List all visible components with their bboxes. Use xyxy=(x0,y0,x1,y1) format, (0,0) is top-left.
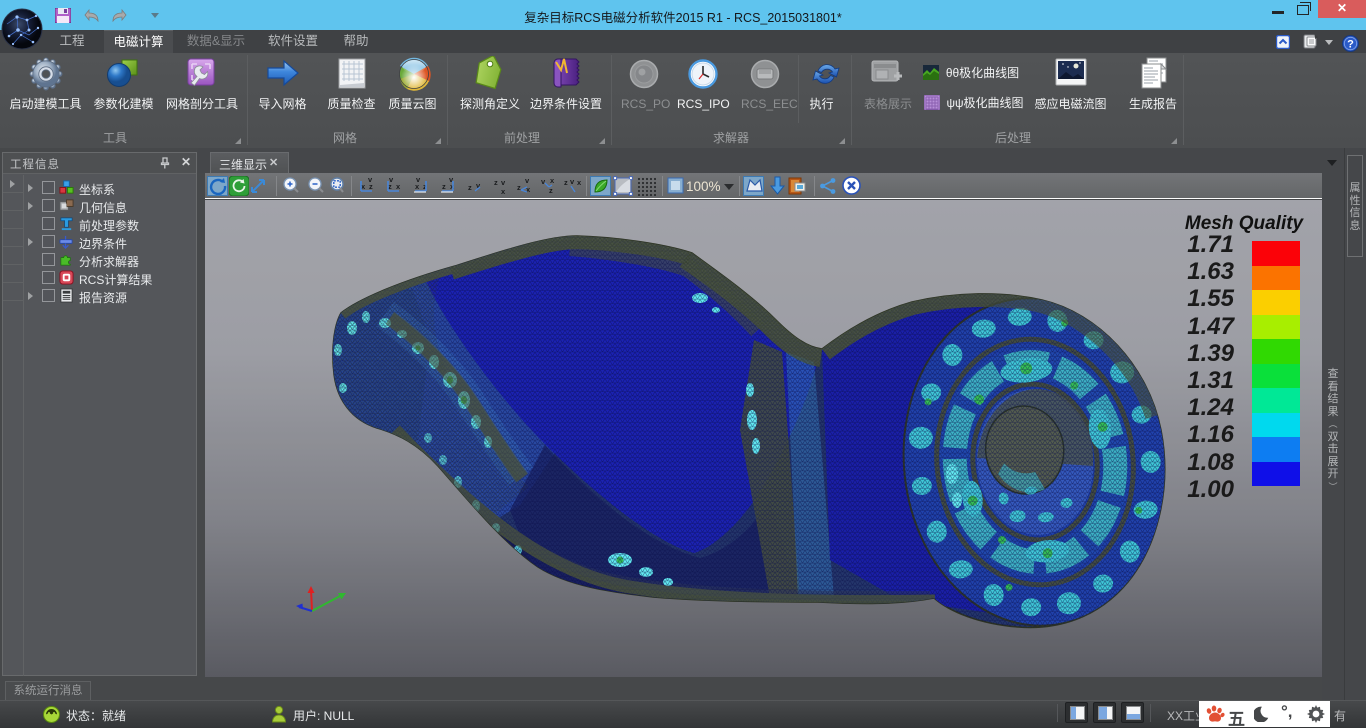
svg-text:v: v xyxy=(570,177,575,186)
svg-text:x: x xyxy=(550,176,555,185)
svg-text:z: z xyxy=(564,178,568,187)
svg-text:v: v xyxy=(389,176,394,184)
svg-text:z: z xyxy=(468,183,472,192)
svg-text:z: z xyxy=(442,182,446,191)
svg-text:x: x xyxy=(526,185,531,194)
svg-text:x: x xyxy=(396,182,401,191)
svg-text:z: z xyxy=(517,183,521,192)
svg-text:v: v xyxy=(541,177,546,186)
svg-text:x: x xyxy=(501,187,506,196)
svg-text:v: v xyxy=(525,176,530,185)
svg-text:x: x xyxy=(577,178,582,187)
svg-text:v: v xyxy=(416,176,421,184)
svg-text:z: z xyxy=(494,178,498,187)
svg-text:v: v xyxy=(501,178,506,187)
svg-text:?: ? xyxy=(1347,39,1354,51)
